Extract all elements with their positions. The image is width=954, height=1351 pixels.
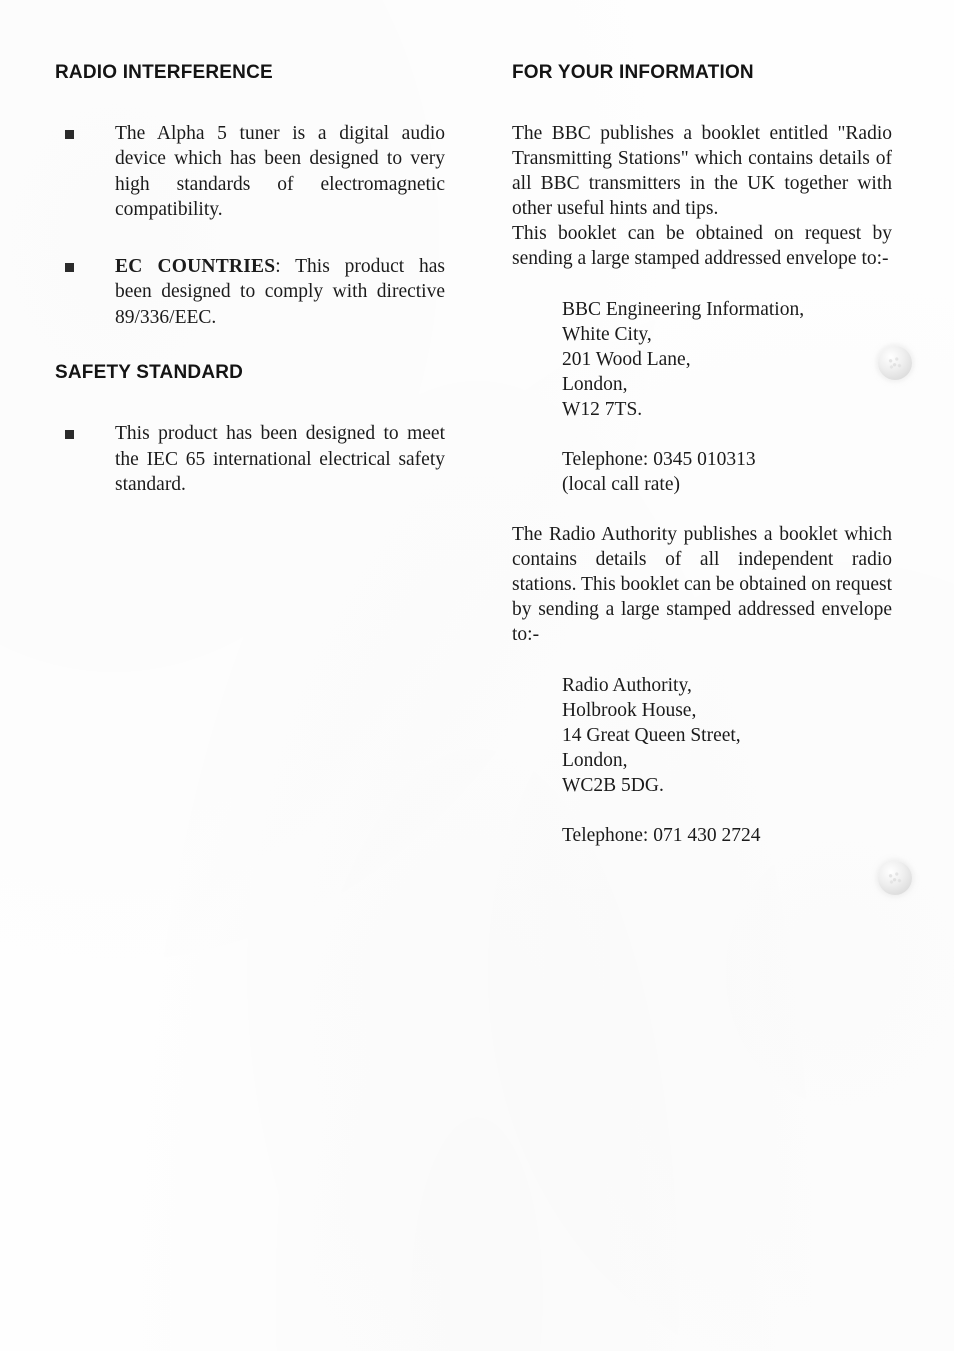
address-line: WC2B 5DG. bbox=[562, 774, 664, 796]
address-line: BBC Engineering Information, bbox=[562, 298, 805, 320]
address-line: White City, bbox=[562, 323, 652, 345]
scan-artifact-speckle bbox=[884, 867, 906, 889]
telephone-rate-note: (local call rate) bbox=[562, 473, 680, 495]
address-bbc-engineering: BBC Engineering Information, White City,… bbox=[512, 297, 892, 422]
paragraph-radio-authority: The Radio Authority publishes a booklet … bbox=[512, 523, 892, 645]
square-bullet-icon bbox=[65, 129, 74, 139]
telephone-radio-authority-block: Telephone: 071 430 2724 bbox=[512, 823, 892, 848]
address-line: London, bbox=[562, 749, 628, 771]
document-page: RADIO INTERFERENCE The Alpha 5 tuner is … bbox=[0, 0, 954, 1351]
heading-radio-interference: RADIO INTERFERENCE bbox=[55, 62, 273, 83]
square-bullet-icon bbox=[65, 430, 74, 440]
address-line: W12 7TS. bbox=[562, 398, 643, 420]
address-line: Radio Authority, bbox=[562, 674, 692, 696]
address-line: 14 Great Queen Street, bbox=[562, 724, 741, 746]
square-bullet-icon bbox=[65, 262, 74, 272]
list-item: This product has been designed to meet t… bbox=[55, 421, 445, 498]
bullet-emphasis-label: EC COUNTRIES bbox=[115, 255, 276, 277]
left-column: RADIO INTERFERENCE The Alpha 5 tuner is … bbox=[55, 62, 445, 498]
telephone-number: Telephone: 071 430 2724 bbox=[562, 824, 761, 846]
heading-for-your-information: FOR YOUR INFORMATION bbox=[512, 62, 754, 83]
bullet-list-safety-standard: This product has been designed to meet t… bbox=[55, 421, 445, 498]
heading-safety-standard: SAFETY STANDARD bbox=[55, 362, 244, 384]
bullet-text: The Alpha 5 tuner is a digital audio dev… bbox=[115, 122, 445, 221]
bullet-text: EC COUNTRIES: This product has been desi… bbox=[115, 254, 445, 331]
telephone-bbc-block: Telephone: 0345 010313 (local call rate) bbox=[512, 447, 892, 497]
list-item: EC COUNTRIES: This product has been desi… bbox=[55, 254, 445, 331]
right-column: FOR YOUR INFORMATION The BBC publishes a… bbox=[512, 62, 892, 848]
list-item: The Alpha 5 tuner is a digital audio dev… bbox=[55, 121, 445, 223]
address-line: 201 Wood Lane, bbox=[562, 348, 691, 370]
bullet-text: This product has been designed to meet t… bbox=[115, 423, 445, 496]
bullet-list-radio-interference: The Alpha 5 tuner is a digital audio dev… bbox=[55, 121, 445, 331]
telephone-number: Telephone: 0345 010313 bbox=[562, 448, 756, 470]
scan-artifact-dot bbox=[878, 861, 912, 895]
paragraph-bbc-booklet: The BBC publishes a booklet entitled "Ra… bbox=[512, 122, 892, 219]
address-line: London, bbox=[562, 373, 628, 395]
address-radio-authority: Radio Authority, Holbrook House, 14 Grea… bbox=[512, 673, 892, 798]
paragraph-bbc-request: This booklet can be obtained on request … bbox=[512, 222, 892, 269]
address-line: Holbrook House, bbox=[562, 699, 697, 721]
